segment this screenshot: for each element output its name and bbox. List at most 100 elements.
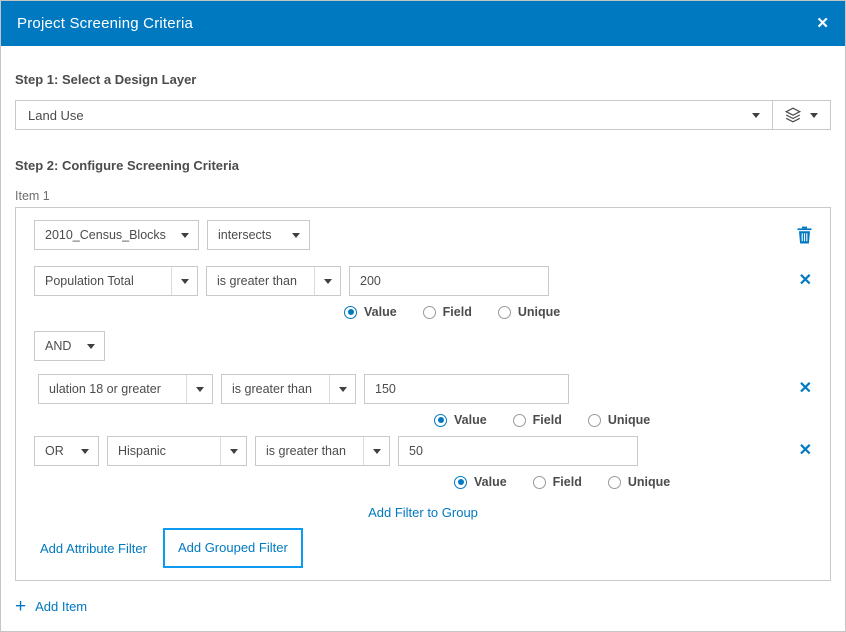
radio-option-unique[interactable]: Unique — [608, 475, 670, 489]
radio-selected-icon — [454, 476, 467, 489]
radio-option-field[interactable]: Field — [513, 413, 562, 427]
chevron-down-icon — [314, 267, 340, 295]
add-item-button[interactable]: + Add Item — [15, 597, 87, 616]
chevron-down-icon — [363, 437, 389, 465]
filter-operator-dropdown[interactable]: is greater than — [221, 374, 356, 404]
close-icon: ✕ — [799, 381, 812, 397]
radio-unselected-icon — [533, 476, 546, 489]
radio-option-unique[interactable]: Unique — [498, 305, 560, 319]
add-attribute-filter-link[interactable]: Add Attribute Filter — [40, 541, 147, 556]
radio-option-value[interactable]: Value — [454, 475, 507, 489]
radio-label-unique: Unique — [628, 475, 670, 489]
filter-field-value: Hispanic — [108, 437, 220, 465]
radio-label-field: Field — [553, 475, 582, 489]
step1-heading: Step 1: Select a Design Layer — [15, 72, 831, 87]
filter-operator-dropdown[interactable]: is greater than — [255, 436, 390, 466]
spatial-filter-row: 2010_Census_Blocks intersects — [34, 220, 812, 250]
connector-row: AND — [34, 331, 812, 361]
add-item-label: Add Item — [35, 599, 87, 614]
chevron-down-icon — [329, 375, 355, 403]
filter-field-dropdown[interactable]: Hispanic — [107, 436, 247, 466]
chevron-down-icon — [172, 221, 198, 249]
design-layer-value: Land Use — [28, 108, 752, 123]
dialog-title: Project Screening Criteria — [17, 15, 816, 32]
design-layer-dropdown[interactable]: Land Use — [16, 101, 772, 129]
filter-field-value: Population Total — [35, 267, 171, 295]
radio-label-value: Value — [364, 305, 397, 319]
radio-label-unique: Unique — [608, 413, 650, 427]
radio-unselected-icon — [513, 414, 526, 427]
value-type-radio-group: Value Field Unique — [434, 413, 812, 427]
add-grouped-filter-highlight: Add Grouped Filter — [163, 528, 303, 568]
radio-unselected-icon — [608, 476, 621, 489]
remove-filter-button[interactable]: ✕ — [799, 443, 812, 459]
grouped-filter-row: OR Hispanic is greater than ✕ — [34, 436, 812, 466]
spatial-operator-dropdown[interactable]: intersects — [207, 220, 310, 250]
remove-filter-button[interactable]: ✕ — [799, 273, 812, 289]
delete-item-button[interactable] — [797, 226, 812, 244]
filter-field-dropdown[interactable]: Population Total — [34, 266, 198, 296]
step2-heading: Step 2: Configure Screening Criteria — [15, 158, 831, 173]
add-filter-to-group-link[interactable]: Add Filter to Group — [368, 505, 478, 520]
chevron-down-icon — [283, 221, 309, 249]
radio-unselected-icon — [498, 306, 511, 319]
design-layer-control: Land Use — [15, 100, 831, 130]
chevron-down-icon — [752, 113, 760, 118]
filter-operator-dropdown[interactable]: is greater than — [206, 266, 341, 296]
filter-operator-value: is greater than — [207, 267, 314, 295]
close-icon: ✕ — [799, 443, 812, 459]
radio-label-field: Field — [533, 413, 562, 427]
screening-layer-dropdown[interactable]: 2010_Census_Blocks — [34, 220, 199, 250]
add-filter-to-group-row: Add Filter to Group — [34, 505, 812, 520]
chevron-down-icon — [72, 437, 98, 465]
connector-dropdown[interactable]: OR — [34, 436, 99, 466]
chevron-down-icon — [78, 332, 104, 360]
value-type-radio-group: Value Field Unique — [344, 305, 812, 319]
screening-item-box: 2010_Census_Blocks intersects — [15, 207, 831, 581]
close-icon[interactable]: ✕ — [816, 16, 829, 31]
radio-selected-icon — [344, 306, 357, 319]
connector-value: AND — [35, 332, 78, 360]
filter-field-dropdown[interactable]: ulation 18 or greater — [38, 374, 213, 404]
filter-value-input[interactable] — [364, 374, 569, 404]
radio-option-value[interactable]: Value — [434, 413, 487, 427]
grouped-filter-row: ulation 18 or greater is greater than ✕ — [38, 374, 812, 404]
chevron-down-icon — [171, 267, 197, 295]
spatial-operator-value: intersects — [208, 221, 283, 249]
filter-field-value: ulation 18 or greater — [39, 375, 186, 403]
chevron-down-icon — [186, 375, 212, 403]
radio-label-value: Value — [454, 413, 487, 427]
radio-selected-icon — [434, 414, 447, 427]
trash-icon — [797, 226, 812, 244]
radio-label-value: Value — [474, 475, 507, 489]
item-label: Item 1 — [15, 189, 831, 203]
plus-icon: + — [15, 597, 26, 616]
radio-option-field[interactable]: Field — [533, 475, 582, 489]
radio-unselected-icon — [588, 414, 601, 427]
project-screening-dialog: Project Screening Criteria ✕ Step 1: Sel… — [0, 0, 846, 632]
chevron-down-icon — [220, 437, 246, 465]
radio-unselected-icon — [423, 306, 436, 319]
dialog-content: Step 1: Select a Design Layer Land Use S… — [1, 46, 845, 631]
close-icon: ✕ — [799, 273, 812, 289]
value-type-radio-group: Value Field Unique — [454, 475, 812, 489]
connector-dropdown[interactable]: AND — [34, 331, 105, 361]
layers-icon — [785, 107, 801, 123]
layer-options-button[interactable] — [772, 101, 830, 129]
radio-option-unique[interactable]: Unique — [588, 413, 650, 427]
filter-value-input[interactable] — [349, 266, 549, 296]
radio-option-value[interactable]: Value — [344, 305, 397, 319]
chevron-down-icon — [810, 113, 818, 118]
filter-operator-value: is greater than — [222, 375, 329, 403]
screening-layer-value: 2010_Census_Blocks — [35, 221, 172, 249]
radio-label-unique: Unique — [518, 305, 560, 319]
add-grouped-filter-link[interactable]: Add Grouped Filter — [178, 540, 288, 555]
attribute-filter-row: Population Total is greater than ✕ — [34, 266, 812, 296]
filter-operator-value: is greater than — [256, 437, 363, 465]
radio-label-field: Field — [443, 305, 472, 319]
radio-option-field[interactable]: Field — [423, 305, 472, 319]
dialog-header: Project Screening Criteria ✕ — [1, 1, 845, 46]
connector-value: OR — [35, 437, 72, 465]
filter-value-input[interactable] — [398, 436, 638, 466]
remove-filter-button[interactable]: ✕ — [799, 381, 812, 397]
